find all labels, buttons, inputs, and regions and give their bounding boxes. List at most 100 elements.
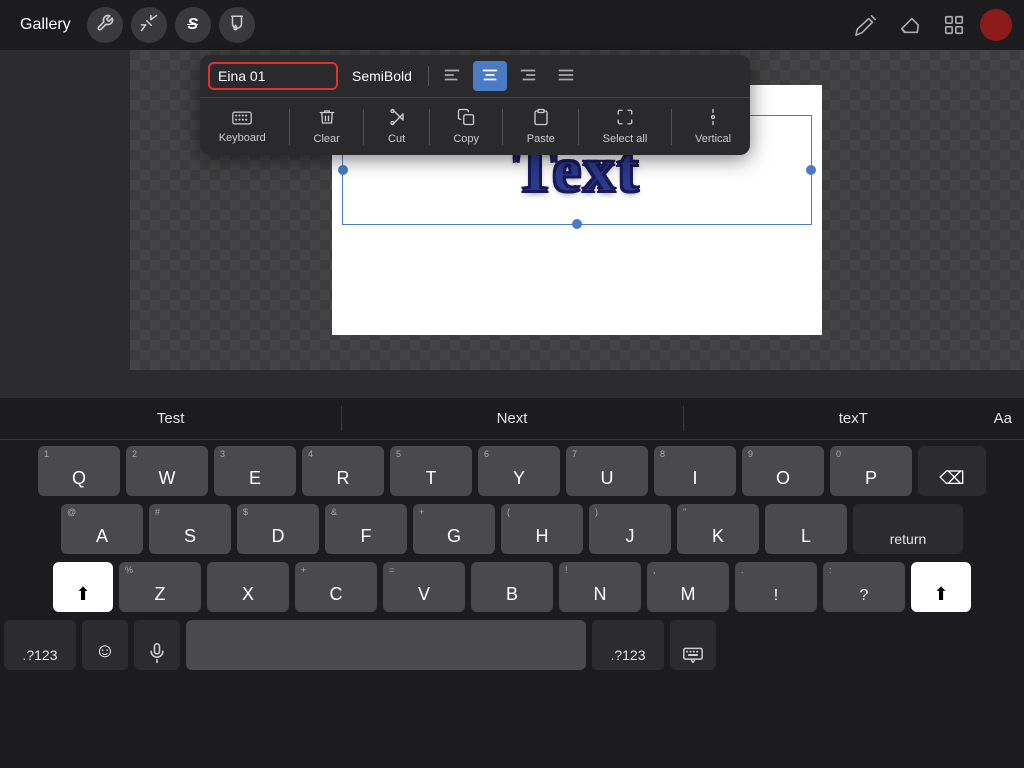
key-s[interactable]: #S <box>149 504 231 554</box>
key-r[interactable]: 4R <box>302 446 384 496</box>
align-justify-icon <box>557 66 575 87</box>
key-g[interactable]: +G <box>413 504 495 554</box>
handle-left[interactable] <box>338 165 348 175</box>
align-center-button[interactable] <box>473 61 507 91</box>
vertical-action-label: Vertical <box>695 133 731 145</box>
key-a[interactable]: @A <box>61 504 143 554</box>
vertical-action[interactable]: Vertical <box>681 104 745 149</box>
space-key[interactable] <box>186 620 586 670</box>
key-u[interactable]: 7U <box>566 446 648 496</box>
key-h[interactable]: (H <box>501 504 583 554</box>
select-all-action[interactable]: Select all <box>589 104 662 149</box>
wrench-button[interactable] <box>87 7 123 43</box>
strikethrough-icon: S <box>187 16 198 34</box>
wrench-icon <box>96 14 114 37</box>
key-o[interactable]: 9O <box>742 446 824 496</box>
delete-key[interactable]: ⌫ <box>918 446 986 496</box>
paste-action[interactable]: Paste <box>513 104 569 149</box>
predictive-item-2[interactable]: Next <box>341 398 682 439</box>
paste-action-label: Paste <box>527 133 555 145</box>
key-n[interactable]: !N <box>559 562 641 612</box>
cut-action-label: Cut <box>388 133 405 145</box>
return-key[interactable]: return <box>853 504 963 554</box>
handle-right[interactable] <box>806 165 816 175</box>
clear-action-label: Clear <box>314 133 340 145</box>
predictive-bar: Test Next texT Aa <box>0 398 1024 440</box>
key-c[interactable]: +C <box>295 562 377 612</box>
align-justify-button[interactable] <box>549 61 583 91</box>
keyboard-action-label: Keyboard <box>219 132 266 144</box>
divider-1 <box>428 66 429 86</box>
font-name-input[interactable] <box>208 62 338 90</box>
align-left-button[interactable] <box>435 61 469 91</box>
align-right-button[interactable] <box>511 61 545 91</box>
paste-action-icon <box>532 108 550 131</box>
cut-action[interactable]: Cut <box>374 104 420 149</box>
key-d[interactable]: $D <box>237 504 319 554</box>
clear-action-icon <box>318 108 336 131</box>
key-j[interactable]: )J <box>589 504 671 554</box>
key-v[interactable]: =V <box>383 562 465 612</box>
eraser-icon[interactable] <box>892 7 928 43</box>
keyboard-action[interactable]: Keyboard <box>205 105 280 148</box>
user-avatar[interactable] <box>980 9 1012 41</box>
emoji-key[interactable]: ☺ <box>82 620 128 670</box>
key-row-1: 1Q 2W 3E 4R 5T 6Y 7U 8I 9O 0P ⌫ <box>4 446 1020 496</box>
keyboard-rows: 1Q 2W 3E 4R 5T 6Y 7U 8I 9O 0P ⌫ @A #S $D… <box>0 440 1024 612</box>
gallery-button[interactable]: Gallery <box>12 12 79 38</box>
key-b[interactable]: B <box>471 562 553 612</box>
key-k[interactable]: "K <box>677 504 759 554</box>
mic-key[interactable] <box>134 620 180 670</box>
key-y[interactable]: 6Y <box>478 446 560 496</box>
key-l[interactable]: L <box>765 504 847 554</box>
align-left-icon <box>443 66 461 87</box>
left-panel <box>0 50 130 370</box>
layers-icon[interactable] <box>936 7 972 43</box>
magic-button[interactable] <box>131 7 167 43</box>
key-z[interactable]: %Z <box>119 562 201 612</box>
aa-button[interactable]: Aa <box>994 410 1012 427</box>
pencil-icon[interactable] <box>848 7 884 43</box>
numbers-key[interactable]: .?123 <box>4 620 76 670</box>
paint-button[interactable] <box>219 7 255 43</box>
toolbar-top-row: SemiBold <box>200 55 750 98</box>
keyboard-area: Test Next texT Aa 1Q 2W 3E 4R 5T 6Y 7U 8… <box>0 398 1024 768</box>
shift-key-right[interactable]: ⬆ <box>911 562 971 612</box>
align-right-icon <box>519 66 537 87</box>
align-center-icon <box>481 66 499 87</box>
paint-icon <box>228 14 246 37</box>
keyboard-hide-key[interactable] <box>670 620 716 670</box>
magic-icon <box>140 14 158 37</box>
key-e[interactable]: 3E <box>214 446 296 496</box>
key-t[interactable]: 5T <box>390 446 472 496</box>
numbers-key-2[interactable]: .?123 <box>592 620 664 670</box>
copy-action[interactable]: Copy <box>439 104 493 149</box>
floating-toolbar: SemiBold Keyboard <box>200 55 750 155</box>
key-period[interactable]: .! <box>735 562 817 612</box>
key-x[interactable]: X <box>207 562 289 612</box>
copy-action-icon <box>457 108 475 131</box>
key-f[interactable]: &F <box>325 504 407 554</box>
key-p[interactable]: 0P <box>830 446 912 496</box>
bottom-key-row: .?123 ☺ .?123 <box>0 612 1024 678</box>
key-w[interactable]: 2W <box>126 446 208 496</box>
strikethrough-button[interactable]: S <box>175 7 211 43</box>
key-row-2: @A #S $D &F +G (H )J "K L return <box>4 504 1020 554</box>
copy-action-label: Copy <box>453 133 479 145</box>
toolbar-right <box>848 7 1012 43</box>
font-weight-button[interactable]: SemiBold <box>342 64 422 88</box>
top-toolbar: Gallery S <box>0 0 1024 50</box>
clear-action[interactable]: Clear <box>300 104 354 149</box>
key-m[interactable]: ,M <box>647 562 729 612</box>
vertical-action-icon <box>704 108 722 131</box>
predictive-item-3[interactable]: texT <box>683 398 1024 439</box>
key-row-3: ⬆ %Z X +C =V B !N ,M .! :? ⬆ <box>4 562 1020 612</box>
handle-bottom[interactable] <box>572 219 582 229</box>
predictive-item-1[interactable]: Test <box>0 398 341 439</box>
key-i[interactable]: 8I <box>654 446 736 496</box>
keyboard-action-icon <box>232 109 252 130</box>
shift-key-left[interactable]: ⬆ <box>53 562 113 612</box>
key-question[interactable]: :? <box>823 562 905 612</box>
cut-action-icon <box>388 108 406 131</box>
key-q[interactable]: 1Q <box>38 446 120 496</box>
